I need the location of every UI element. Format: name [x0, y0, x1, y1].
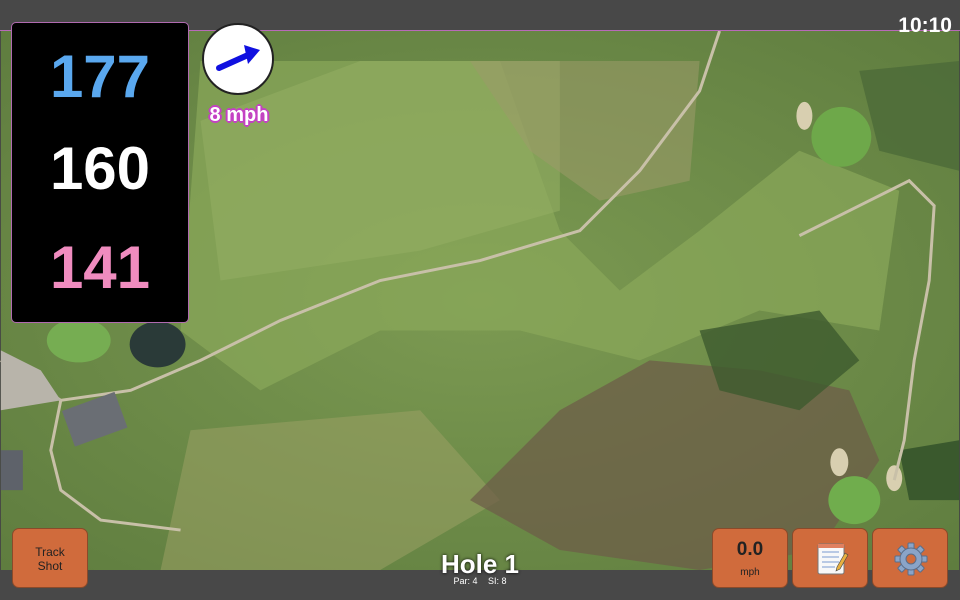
wind-speed: 8 mph [209, 104, 269, 126]
notes-button[interactable] [792, 528, 868, 588]
pond [129, 321, 186, 368]
hole-info: Par: 4 SI: 8 [380, 576, 580, 586]
bunker [796, 101, 813, 130]
distance-back: 177 [49, 43, 151, 110]
notepad-icon [817, 543, 849, 575]
distance-middle: 160 [49, 135, 151, 202]
distance-front: 141 [49, 234, 151, 301]
wind-arrow-icon [216, 45, 260, 71]
speed-unit: mph [740, 567, 760, 578]
hole-par: Par: 4 [453, 576, 478, 586]
green [46, 318, 111, 363]
wind-indicator [202, 23, 274, 95]
trees [899, 440, 960, 501]
distance-panel: 177 160 141 [11, 22, 189, 323]
track-shot-label-line1: Track [35, 545, 65, 559]
speed-value: 0.0 [736, 539, 764, 560]
track-shot-label-line2: Shot [37, 559, 63, 573]
green [828, 476, 881, 525]
bunker [830, 448, 849, 477]
clock: 10:10 [898, 14, 952, 37]
track-shot-button[interactable]: Track Shot [12, 528, 88, 588]
green [811, 106, 872, 167]
gear-icon [894, 542, 928, 576]
settings-button[interactable] [872, 528, 948, 588]
hole-stroke-index: SI: 8 [488, 576, 507, 586]
building [0, 450, 23, 491]
speed-button[interactable]: 0.0 mph [712, 528, 788, 588]
